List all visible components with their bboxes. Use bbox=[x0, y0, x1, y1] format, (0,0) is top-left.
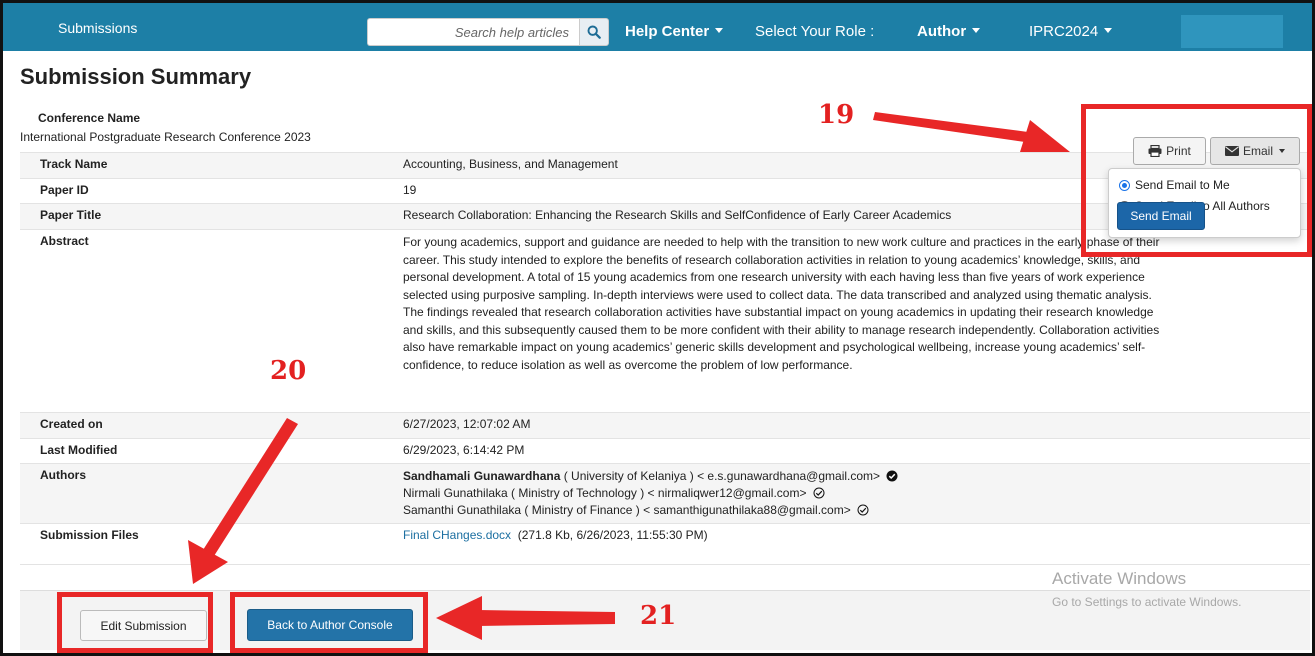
annotation-arrows bbox=[188, 112, 1070, 640]
arrow-to-email-icon bbox=[873, 112, 1070, 152]
arrow-to-edit-icon bbox=[188, 418, 298, 584]
arrow-to-back-icon bbox=[436, 596, 615, 640]
